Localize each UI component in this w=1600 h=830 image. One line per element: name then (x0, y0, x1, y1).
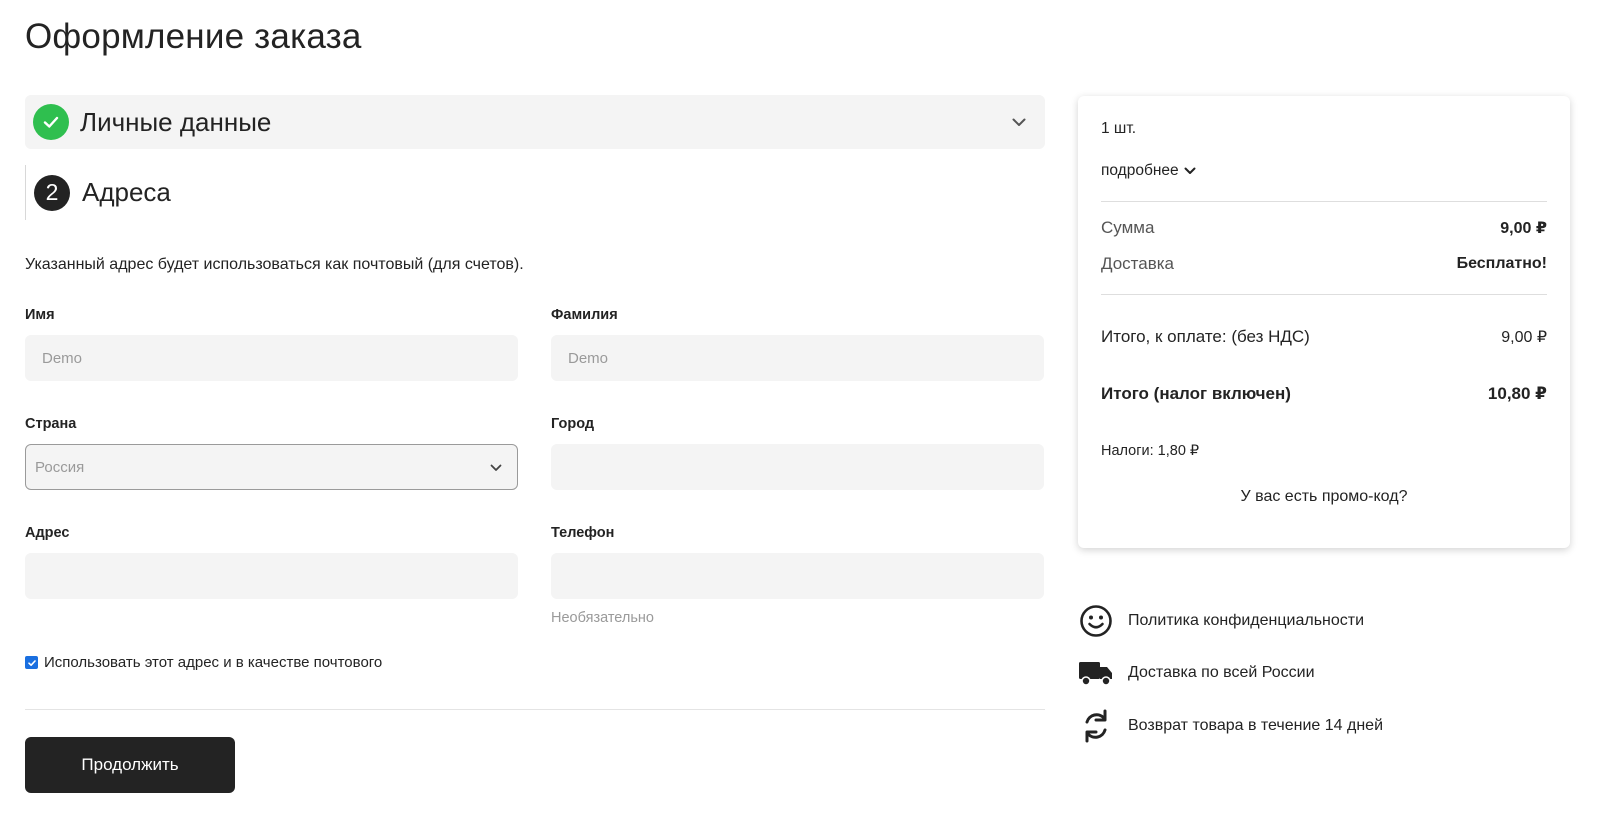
total-incl-row: Итого (налог включен) 10,80 ₽ (1101, 384, 1547, 404)
refresh-icon (1078, 708, 1114, 744)
country-selected-value: Россия (35, 458, 85, 476)
perk-text: Доставка по всей России (1128, 664, 1315, 681)
total-excl-value: 9,00 ₽ (1501, 329, 1547, 346)
chevron-down-icon (490, 459, 502, 476)
last-name-label: Фамилия (551, 307, 618, 323)
step-personal-data[interactable]: Личные данные (25, 95, 1045, 149)
use-as-billing-checkbox[interactable] (25, 656, 38, 669)
step-address: 2 Адреса (25, 165, 171, 220)
form-divider (25, 709, 1045, 710)
city-field[interactable] (551, 444, 1044, 490)
promo-code-link[interactable]: У вас есть промо-код? (1078, 488, 1570, 506)
details-label: подробнее (1101, 162, 1179, 179)
phone-optional-hint: Необязательно (551, 610, 654, 626)
total-incl-value: 10,80 ₽ (1487, 384, 1547, 403)
shipping-value: Бесплатно! (1456, 255, 1547, 272)
subtotal-row: Сумма 9,00 ₽ (1101, 218, 1547, 238)
perk-delivery: Доставка по всей России (1078, 655, 1315, 691)
shipping-row: Доставка Бесплатно! (1101, 254, 1547, 274)
smile-icon (1078, 603, 1114, 639)
city-label: Город (551, 416, 595, 432)
step-address-title: Адреса (82, 177, 171, 207)
check-icon (33, 104, 69, 140)
use-as-billing-row: Использовать этот адрес и в качестве поч… (25, 654, 382, 671)
address-field[interactable] (25, 553, 518, 599)
phone-field[interactable] (551, 553, 1044, 599)
details-toggle[interactable]: подробнее (1101, 162, 1196, 180)
total-incl-label: Итого (налог включен) (1101, 384, 1291, 403)
order-summary: 1 шт. подробнее Сумма 9,00 ₽ Доставка Бе… (1078, 96, 1570, 548)
step-personal-title: Личные данные (80, 106, 272, 137)
taxes-text: Налоги: 1,80 ₽ (1101, 443, 1200, 459)
subtotal-value: 9,00 ₽ (1500, 220, 1547, 237)
use-as-billing-label[interactable]: Использовать этот адрес и в качестве поч… (44, 654, 382, 671)
continue-button[interactable]: Продолжить (25, 737, 235, 793)
first-name-value: Demo (42, 349, 83, 367)
item-quantity: 1 шт. (1101, 120, 1137, 137)
last-name-value: Demo (568, 349, 609, 367)
perk-text: Возврат товара в течение 14 дней (1128, 717, 1384, 734)
truck-icon (1078, 655, 1114, 691)
summary-divider (1101, 201, 1547, 202)
subtotal-label: Сумма (1101, 218, 1155, 237)
page-title: Оформление заказа (25, 17, 362, 56)
summary-divider (1101, 294, 1547, 295)
step-number: 2 (34, 174, 70, 211)
address-info-text: Указанный адрес будет использоваться как… (25, 256, 524, 273)
total-excl-row: Итого, к оплате: (без НДС) 9,00 ₽ (1101, 327, 1547, 347)
shipping-label: Доставка (1101, 254, 1175, 273)
first-name-field[interactable]: Demo (25, 335, 518, 381)
last-name-field[interactable]: Demo (551, 335, 1044, 381)
phone-label: Телефон (551, 525, 615, 541)
chevron-down-icon (1184, 162, 1196, 180)
first-name-label: Имя (25, 307, 55, 323)
total-excl-label: Итого, к оплате: (без НДС) (1101, 327, 1310, 346)
country-select[interactable]: Россия (25, 444, 518, 490)
perk-privacy: Политика конфиденциальности (1078, 603, 1364, 639)
perk-returns: Возврат товара в течение 14 дней (1078, 708, 1383, 744)
chevron-down-icon[interactable] (1009, 112, 1029, 132)
address-label: Адрес (25, 525, 70, 541)
perk-text: Политика конфиденциальности (1128, 612, 1365, 629)
country-label: Страна (25, 416, 77, 432)
